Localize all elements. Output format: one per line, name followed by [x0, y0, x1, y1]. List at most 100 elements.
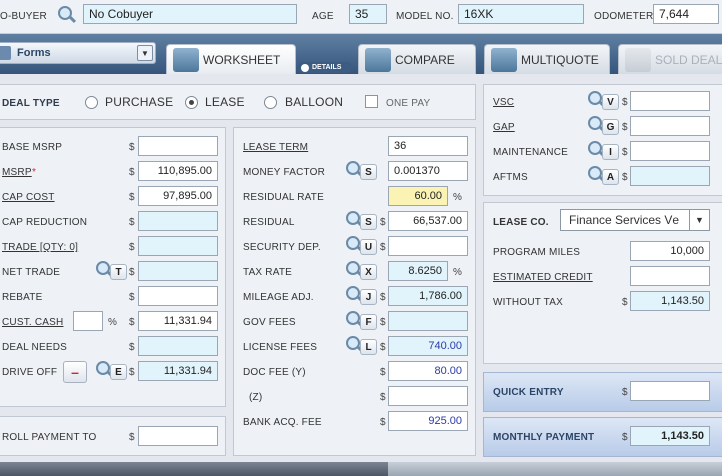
security-dep-field[interactable] — [388, 236, 468, 256]
tax-rate-field[interactable]: 8.6250 — [388, 261, 448, 281]
lookup-button-f[interactable]: F — [346, 311, 378, 331]
monthly-payment-field[interactable]: 1,143.50 — [630, 426, 710, 446]
gap-field[interactable] — [630, 116, 710, 136]
lookup-button-j[interactable]: J — [346, 286, 378, 306]
compare-icon — [365, 47, 391, 72]
tab-worksheet[interactable]: WORKSHEET — [166, 44, 296, 74]
dollar-sign: $ — [380, 417, 386, 428]
percent-sign: % — [453, 267, 462, 278]
lookup-button-t[interactable]: T — [96, 261, 128, 281]
key-a: A — [602, 169, 619, 185]
lookup-button-a[interactable]: A — [588, 166, 620, 186]
search-icon[interactable] — [58, 6, 77, 26]
dollar-sign: $ — [622, 172, 628, 183]
age-field[interactable]: 35 — [349, 4, 387, 24]
quick-entry-field[interactable] — [630, 381, 710, 401]
one-pay-checkbox[interactable] — [365, 95, 378, 108]
doc-fee-field[interactable]: 80.00 — [388, 361, 468, 381]
details-label: DETAILS — [312, 64, 342, 71]
multiquote-icon — [491, 47, 517, 72]
lease-co-select[interactable]: Finance Services Vе ▼ — [560, 209, 710, 231]
forms-dropdown[interactable]: Forms ▼ — [0, 42, 156, 64]
gov-fees-field[interactable] — [388, 311, 468, 331]
without-tax-label: WITHOUT TAX — [493, 297, 563, 308]
cust-cash-field[interactable]: 11,331.94 — [138, 311, 218, 331]
balloon-radio[interactable] — [264, 96, 277, 109]
odometer-field[interactable]: 7,644 — [653, 4, 719, 24]
lease-term-field[interactable]: 36 — [388, 136, 468, 156]
base-msrp-field[interactable] — [138, 136, 218, 156]
lookup-button-x[interactable]: X — [346, 261, 378, 281]
tab-sold-deal[interactable]: SOLD DEAL — [618, 44, 722, 74]
money-factor-field[interactable]: 0.001370 — [388, 161, 468, 181]
msrp-field[interactable]: 110,895.00 — [138, 161, 218, 181]
bank-acq-fee-field[interactable]: 925.00 — [388, 411, 468, 431]
aftms-field[interactable] — [630, 166, 710, 186]
purchase-radio[interactable] — [85, 96, 98, 109]
dollar-sign: $ — [129, 217, 135, 228]
dollar-sign: $ — [380, 292, 386, 303]
lookup-button-e[interactable]: E — [96, 361, 128, 381]
deal-needs-field[interactable] — [138, 336, 218, 356]
lookup-button-s[interactable]: S — [346, 211, 378, 231]
license-fees-label: LICENSE FEES — [243, 342, 318, 353]
minus-button[interactable]: – — [63, 361, 87, 383]
doc-fee-label: DOC FEE (Y) — [243, 367, 306, 378]
deal-type-label: DEAL TYPE — [2, 98, 60, 109]
program-miles-field[interactable]: 10,000 — [630, 241, 710, 261]
lease-label: LEASE — [205, 95, 245, 109]
roll-payment-field[interactable] — [138, 426, 218, 446]
maintenance-label[interactable]: MAINTENANCE — [493, 147, 568, 158]
key-j: J — [360, 289, 377, 305]
model-field[interactable]: 16XK — [458, 4, 584, 24]
trade-label[interactable]: TRADE [QTY: 0] — [2, 242, 78, 253]
details-badge[interactable]: DETAILS — [298, 62, 352, 73]
license-fees-field[interactable]: 740.00 — [388, 336, 468, 356]
residual-label: RESIDUAL — [243, 217, 295, 228]
residual-rate-label: RESIDUAL RATE — [243, 192, 324, 203]
estimated-credit-field[interactable] — [630, 266, 710, 286]
rebate-label: REBATE — [2, 292, 43, 303]
key-i: I — [602, 144, 619, 160]
dollar-sign: $ — [622, 97, 628, 108]
lease-radio[interactable] — [185, 96, 198, 109]
gap-label[interactable]: GAP — [493, 122, 515, 133]
vsc-label[interactable]: VSC — [493, 97, 514, 108]
trade-field[interactable] — [138, 236, 218, 256]
cap-reduction-field[interactable] — [138, 211, 218, 231]
tab-worksheet-label: WORKSHEET — [203, 52, 281, 67]
bottom-bar-tab — [388, 462, 722, 476]
cap-cost-field[interactable]: 97,895.00 — [138, 186, 218, 206]
rebate-field[interactable] — [138, 286, 218, 306]
cust-cash-pct-field[interactable] — [73, 311, 103, 331]
mileage-adj-field[interactable]: 1,786.00 — [388, 286, 468, 306]
lease-term-label: LEASE TERM — [243, 142, 308, 153]
lookup-button-u[interactable]: U — [346, 236, 378, 256]
dollar-sign: $ — [129, 432, 135, 443]
key-t: T — [110, 264, 127, 280]
dollar-sign: $ — [380, 392, 386, 403]
maintenance-field[interactable] — [630, 141, 710, 161]
without-tax-field[interactable]: 1,143.50 — [630, 291, 710, 311]
lookup-button-s[interactable]: S — [346, 161, 378, 181]
key-v: V — [602, 94, 619, 110]
vsc-field[interactable] — [630, 91, 710, 111]
residual-rate-field[interactable]: 60.00 — [388, 186, 448, 206]
lookup-button-i[interactable]: I — [588, 141, 620, 161]
dollar-sign: $ — [622, 297, 628, 308]
drive-off-label: DRIVE OFF — [2, 367, 58, 378]
dollar-sign: $ — [129, 292, 135, 303]
residual-field[interactable]: 66,537.00 — [388, 211, 468, 231]
lookup-button-v[interactable]: V — [588, 91, 620, 111]
tab-compare[interactable]: COMPARE — [358, 44, 476, 74]
lookup-button-l[interactable]: L — [346, 336, 378, 356]
dollar-sign: $ — [622, 147, 628, 158]
model-label: MODEL NO. — [396, 11, 454, 22]
net-trade-field[interactable] — [138, 261, 218, 281]
tab-multiquote[interactable]: MULTIQUOTE — [484, 44, 610, 74]
cobuyer-field[interactable]: No Cobuyer — [83, 4, 297, 24]
lookup-button-g[interactable]: G — [588, 116, 620, 136]
z-fee-field[interactable] — [388, 386, 468, 406]
drive-off-field[interactable]: 11,331.94 — [138, 361, 218, 381]
info-icon — [301, 63, 309, 72]
